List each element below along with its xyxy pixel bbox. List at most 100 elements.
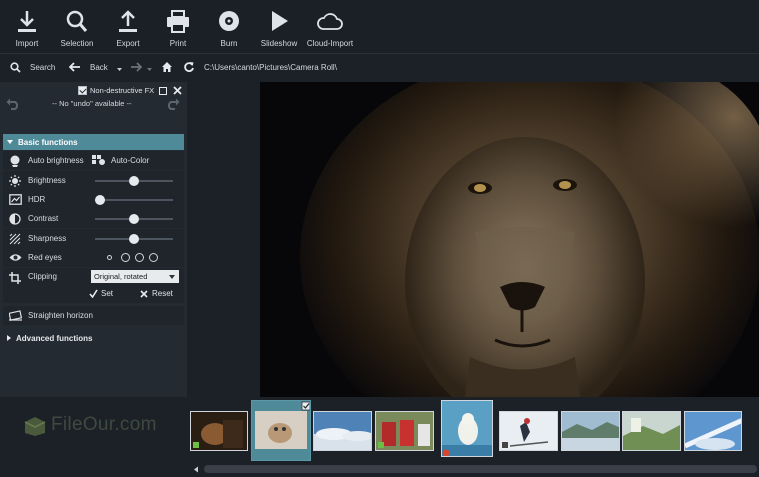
cloud-icon — [316, 9, 344, 35]
clipping-select[interactable]: Original, rotated — [91, 270, 179, 283]
check-icon — [89, 289, 98, 298]
auto-color-label: Auto-Color — [111, 156, 150, 165]
sharpness-slider-knob[interactable] — [129, 234, 139, 244]
back-button[interactable]: Back — [69, 54, 108, 80]
back-history-dropdown[interactable] — [116, 54, 123, 80]
contrast-label: Contrast — [28, 214, 59, 223]
auto-brightness-label: Auto brightness — [28, 156, 84, 165]
x-icon — [140, 289, 148, 298]
sharpness-row: Sharpness — [3, 229, 184, 248]
straighten-label: Straighten horizon — [28, 311, 93, 320]
image-viewer[interactable] — [187, 82, 759, 397]
path-field[interactable]: C:\Users\canto\Pictures\Camera Roll\ — [204, 54, 337, 80]
fx-header: Non-destructive FX -- No "undo" availabl… — [0, 82, 187, 122]
forward-button[interactable] — [130, 54, 142, 80]
auto-brightness-icon — [8, 154, 22, 168]
download-icon — [13, 9, 41, 35]
search-label: Search — [30, 62, 56, 72]
filmstrip-scrollbar[interactable] — [204, 465, 757, 473]
contrast-row: Contrast — [3, 209, 184, 228]
disc-icon — [215, 9, 243, 35]
back-label: Back — [90, 62, 108, 72]
contrast-slider-knob[interactable] — [129, 214, 139, 224]
scroll-left-icon[interactable] — [193, 466, 199, 473]
upload-icon — [114, 9, 142, 35]
undo-status-text: -- No "undo" available -- — [52, 99, 132, 108]
address-bar: Search Back C:\Users\canto\Pictures\Came… — [0, 54, 759, 80]
sharpness-icon — [8, 232, 22, 246]
watermark-logo-icon — [24, 417, 46, 436]
thumbnail-1[interactable] — [190, 411, 248, 451]
magnifier-icon — [63, 9, 91, 35]
red-eyes-medium-radio[interactable] — [121, 253, 130, 262]
brightness-slider[interactable] — [95, 176, 173, 186]
undo-icon[interactable] — [6, 98, 20, 110]
thumbnail-5[interactable] — [441, 400, 493, 457]
basic-functions-title: Basic functions — [18, 137, 78, 147]
sharpness-label: Sharpness — [28, 234, 67, 243]
filmstrip: FileOur.com — [0, 397, 759, 477]
thumbnail-6[interactable] — [499, 411, 558, 451]
redo-icon[interactable] — [166, 98, 180, 110]
hdr-row: HDR — [3, 190, 184, 209]
back-arrow-icon — [69, 62, 80, 72]
refresh-button[interactable] — [183, 54, 195, 80]
straighten-horizon-button[interactable]: Straighten horizon — [3, 306, 184, 325]
maximize-icon[interactable] — [159, 87, 167, 95]
hdr-label: HDR — [28, 195, 46, 204]
edit-panel: Non-destructive FX -- No "undo" availabl… — [0, 82, 187, 397]
search-icon — [10, 61, 21, 73]
red-eyes-small-radio[interactable] — [107, 255, 112, 260]
auto-brightness-button[interactable]: Auto brightness — [3, 154, 84, 168]
lion-photo — [260, 82, 759, 397]
auto-color-button[interactable]: Auto-Color — [92, 151, 149, 170]
printer-icon — [164, 9, 192, 35]
search-button[interactable]: Search — [10, 54, 55, 80]
sharpness-slider[interactable] — [95, 234, 173, 244]
advanced-functions-title: Advanced functions — [16, 333, 93, 343]
straighten-icon — [8, 309, 22, 323]
hdr-icon — [8, 193, 22, 207]
eye-icon — [8, 251, 22, 265]
chevron-down-icon — [147, 68, 152, 71]
clipping-row: Clipping Original, rotated Set Reset — [3, 268, 184, 303]
set-button[interactable]: Set — [89, 289, 113, 298]
thumbnail-8[interactable] — [622, 411, 681, 451]
thumbnail-2-selected[interactable] — [251, 400, 311, 461]
close-icon[interactable] — [173, 86, 182, 95]
advanced-functions-header[interactable]: Advanced functions — [3, 330, 184, 346]
red-eyes-row: Red eyes — [3, 248, 184, 267]
thumbnail-4[interactable] — [375, 411, 434, 451]
expanded-triangle-icon — [7, 140, 13, 144]
home-icon — [162, 62, 172, 72]
nondestructive-fx-label: Non-destructive FX — [90, 86, 155, 95]
crop-icon — [8, 271, 22, 285]
reset-button[interactable]: Reset — [140, 289, 173, 298]
thumbnail-9[interactable] — [684, 411, 742, 451]
watermark-text: FileOur.com — [51, 414, 157, 435]
auto-row: Auto brightness Auto-Color — [3, 151, 184, 170]
thumbnail-3[interactable] — [313, 411, 372, 451]
main-toolbar: Import Selection Export Print Burn Slide… — [0, 0, 759, 54]
contrast-slider[interactable] — [95, 214, 173, 224]
basic-functions-header[interactable]: Basic functions — [3, 134, 184, 150]
reset-label: Reset — [152, 289, 173, 298]
brightness-slider-knob[interactable] — [129, 176, 139, 186]
forward-history-dropdown[interactable] — [146, 54, 153, 80]
chevron-down-icon — [117, 68, 122, 71]
red-eyes-large-radio[interactable] — [135, 253, 144, 262]
thumbnail-7[interactable] — [561, 411, 620, 451]
red-eyes-xlarge-radio[interactable] — [149, 253, 158, 262]
brightness-row: Brightness — [3, 171, 184, 190]
home-button[interactable] — [161, 54, 173, 80]
play-icon — [265, 9, 293, 35]
refresh-icon — [184, 62, 194, 72]
hdr-slider-knob[interactable] — [95, 195, 105, 205]
hdr-slider[interactable] — [95, 195, 173, 205]
nondestructive-fx-checkbox[interactable] — [78, 86, 87, 95]
cloud-import-label: Cloud-Import — [306, 39, 354, 48]
brightness-label: Brightness — [28, 176, 66, 185]
clipping-label: Clipping — [28, 272, 57, 281]
red-eyes-label: Red eyes — [28, 253, 62, 262]
cloud-import-button[interactable]: Cloud-Import — [300, 0, 360, 54]
